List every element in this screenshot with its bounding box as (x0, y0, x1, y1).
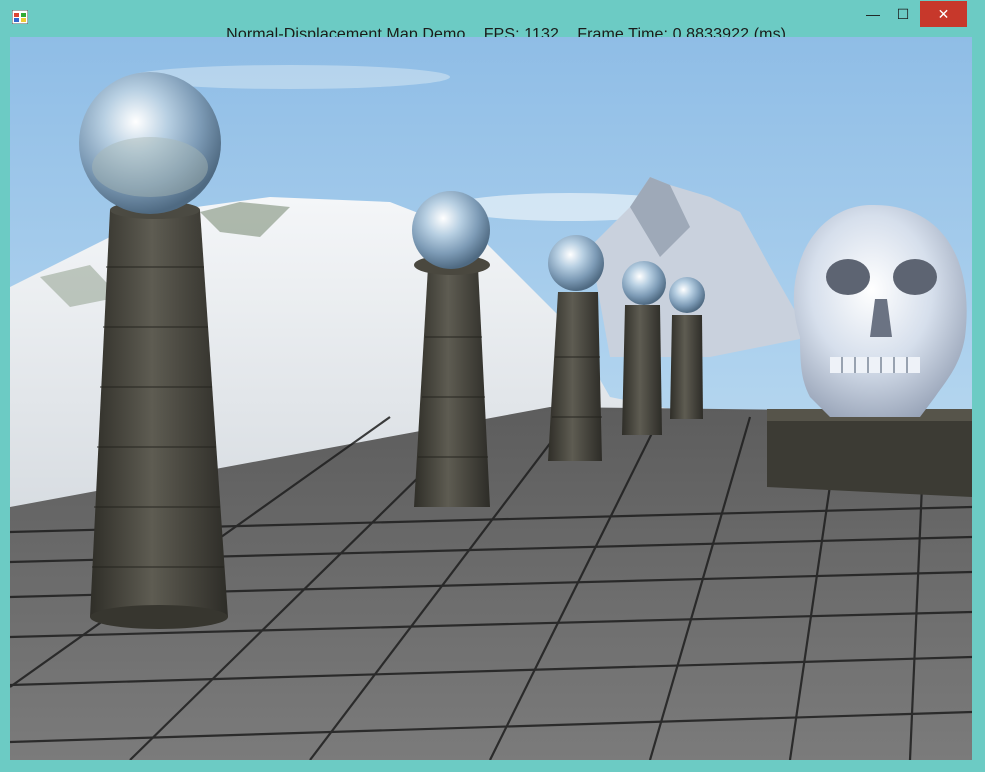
title-bar[interactable]: Normal-Displacement Map Demo FPS: 1132 F… (0, 0, 985, 43)
render-viewport[interactable] (10, 37, 972, 760)
scene-canvas (10, 37, 972, 760)
minimize-button[interactable]: — (858, 1, 888, 27)
pillar-5 (669, 277, 705, 419)
close-button[interactable]: ✕ (920, 1, 967, 27)
pillar-3 (548, 235, 604, 461)
app-window: Normal-Displacement Map Demo FPS: 1132 F… (0, 0, 985, 772)
maximize-icon: ☐ (896, 5, 910, 22)
minimize-icon: — (866, 6, 880, 22)
close-icon: ✕ (937, 5, 950, 22)
pillar-4 (622, 261, 666, 435)
maximize-button[interactable]: ☐ (888, 1, 918, 27)
pillar-2 (412, 191, 490, 507)
